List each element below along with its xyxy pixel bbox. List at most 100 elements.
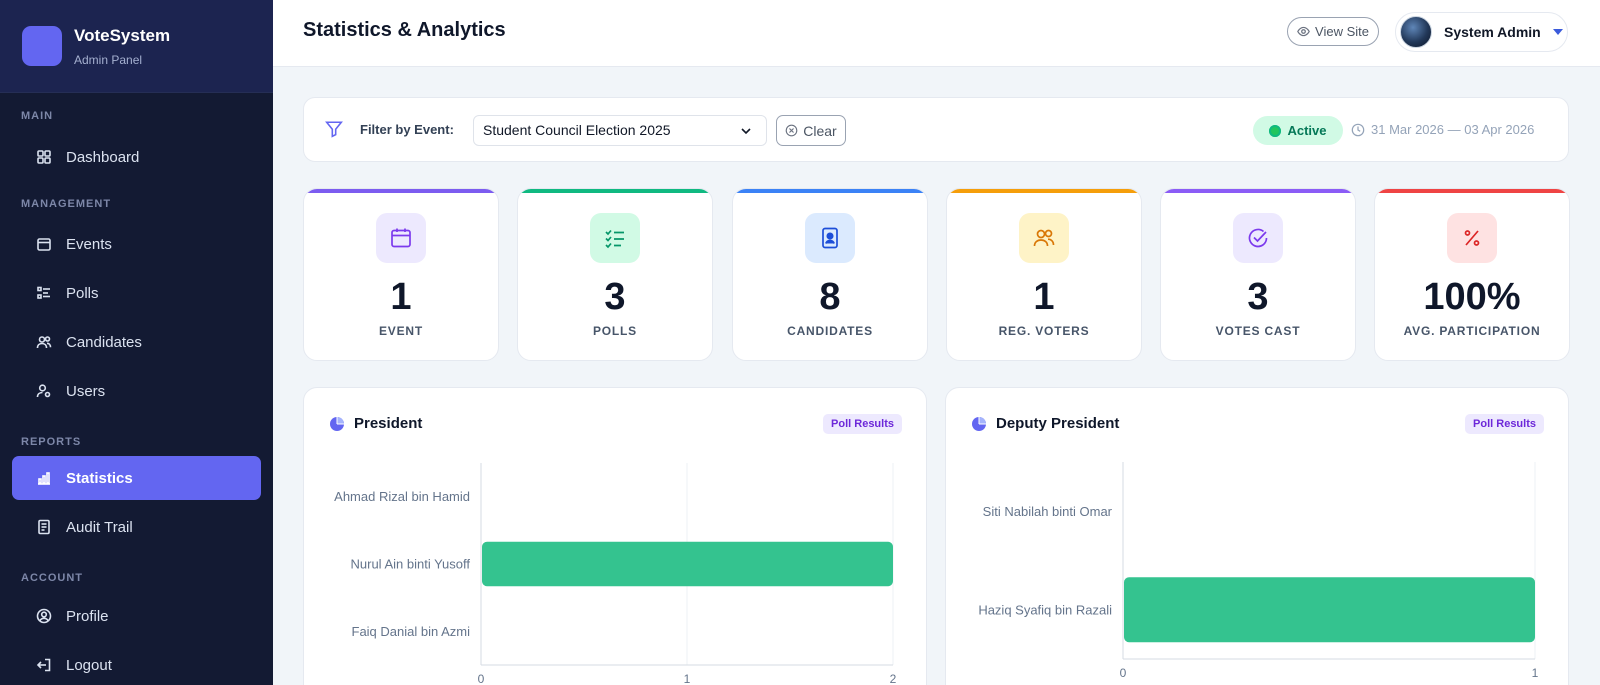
percent-icon [1447, 213, 1497, 263]
filter-label: Filter by Event: [360, 122, 454, 137]
sidebar-item-label: Logout [66, 656, 112, 674]
brand-subtitle: Admin Panel [74, 52, 143, 67]
sidebar-item-label: Statistics [66, 469, 133, 487]
person-circle-icon [36, 608, 52, 624]
stat-value: 8 [819, 276, 841, 318]
y-category-label: Ahmad Rizal bin Hamid [334, 489, 470, 504]
top-header: Statistics & Analytics View Site System … [273, 0, 1600, 67]
x-tick-label: 1 [684, 672, 691, 685]
card-accent [1161, 189, 1355, 193]
nav-section-main: MAIN [21, 110, 54, 122]
y-category-label: Nurul Ain binti Yusoff [351, 557, 471, 572]
deputy-president-bar-chart: 0 1 Siti Nabilah binti Omar Haziq Syafiq bi… [978, 462, 1539, 680]
sidebar: VoteSystem Admin Panel MAIN Dashboard MA… [0, 0, 273, 685]
users-icon [1019, 213, 1069, 263]
journal-icon [36, 519, 52, 535]
user-menu[interactable]: System Admin [1395, 12, 1568, 52]
calendar-icon [376, 213, 426, 263]
sidebar-item-label: Events [66, 235, 112, 253]
card-accent [733, 189, 927, 193]
stat-value: 3 [604, 276, 626, 318]
stat-value: 1 [1033, 276, 1055, 318]
user-cog-icon [36, 383, 52, 399]
chevron-down-icon [741, 128, 751, 135]
y-category-label: Faiq Danial bin Azmi [352, 624, 471, 639]
event-select[interactable]: Student Council Election 2025 [473, 115, 767, 146]
sidebar-item-dashboard[interactable]: Dashboard [12, 135, 261, 179]
y-category-label: Siti Nabilah binti Omar [983, 504, 1113, 519]
stat-label: VOTES CAST [1215, 324, 1301, 338]
users-icon [36, 334, 52, 350]
sidebar-item-logout[interactable]: Logout [12, 643, 261, 685]
clock-icon [1351, 123, 1365, 136]
page-title: Statistics & Analytics [303, 19, 506, 41]
sidebar-item-polls[interactable]: Polls [12, 271, 261, 315]
stat-card-votes-cast: 3 VOTES CAST [1160, 188, 1356, 361]
list-icon [36, 285, 52, 301]
sidebar-item-profile[interactable]: Profile [12, 594, 261, 638]
x-tick-label: 0 [478, 672, 485, 685]
nav-section-reports: REPORTS [21, 436, 82, 448]
user-name: System Admin [1444, 24, 1541, 40]
event-select-value: Student Council Election 2025 [483, 122, 671, 138]
caret-down-icon [1552, 29, 1563, 35]
status-dot-icon [1269, 124, 1282, 137]
sidebar-item-label: Candidates [66, 333, 142, 351]
stat-value: 1 [390, 276, 412, 318]
avatar [1400, 16, 1432, 48]
date-range-text: 31 Mar 2026 — 03 Apr 2026 [1371, 122, 1535, 137]
checklist-icon [590, 213, 640, 263]
sidebar-item-statistics[interactable]: Statistics [12, 456, 261, 500]
x-tick-label: 0 [1120, 666, 1127, 680]
brand-name: VoteSystem [74, 25, 171, 45]
bar [482, 541, 893, 587]
check-circle-icon [1233, 213, 1283, 263]
stat-card-reg-voters: 1 REG. VOTERS [946, 188, 1142, 361]
filter-icon [325, 121, 343, 138]
stat-label: AVG. PARTICIPATION [1403, 324, 1541, 338]
x-tick-label: 1 [1532, 666, 1539, 680]
brand: VoteSystem Admin Panel [0, 0, 273, 93]
stat-card-candidates: 8 CANDIDATES [732, 188, 928, 361]
card-accent [947, 189, 1141, 193]
logout-icon [36, 657, 52, 673]
stat-label: EVENT [378, 324, 423, 338]
eye-icon [1297, 26, 1310, 37]
sidebar-item-label: Dashboard [66, 148, 140, 166]
sidebar-item-audit-trail[interactable]: Audit Trail [12, 505, 261, 549]
bar-chart-icon [36, 470, 52, 486]
brand-logo [22, 26, 62, 66]
chart-card-deputy-president: Deputy President Poll Results 0 1 Siti Nab… [945, 387, 1569, 685]
card-accent [304, 189, 498, 193]
grid-icon [36, 149, 52, 165]
chart-card-president: President Poll Results 0 1 2 Ahmad Rizal bi… [303, 387, 927, 685]
stat-card-polls: 3 POLLS [517, 188, 713, 361]
stat-value: 100% [1423, 276, 1521, 318]
sidebar-item-label: Profile [66, 607, 109, 625]
stat-value: 3 [1247, 276, 1269, 318]
clear-label: Clear [803, 122, 837, 139]
date-range: 31 Mar 2026 — 03 Apr 2026 [1351, 122, 1534, 137]
badge-icon [805, 213, 855, 263]
stat-label: REG. VOTERS [998, 324, 1090, 338]
president-bar-chart: 0 1 2 Ahmad Rizal bin Hamid Nurul Ain binti … [334, 463, 897, 685]
stat-card-event: 1 EVENT [303, 188, 499, 361]
sidebar-item-label: Users [66, 382, 106, 400]
card-accent [1375, 189, 1569, 193]
bar [1124, 577, 1535, 643]
nav-section-account: ACCOUNT [21, 572, 83, 584]
sidebar-item-events[interactable]: Events [12, 222, 261, 266]
sidebar-item-candidates[interactable]: Candidates [12, 320, 261, 364]
y-category-label: Haziq Syafiq bin Razali [978, 602, 1112, 617]
stat-label: CANDIDATES [787, 324, 873, 338]
calendar-icon [36, 236, 52, 252]
sidebar-item-label: Audit Trail [66, 518, 133, 536]
view-site-button[interactable]: View Site [1287, 17, 1379, 46]
status-badge: Active [1253, 116, 1343, 145]
clear-button[interactable]: Clear [776, 115, 846, 146]
filter-bar: Filter by Event: Student Council Electio… [303, 97, 1569, 162]
sidebar-item-label: Polls [66, 284, 99, 302]
card-accent [518, 189, 712, 193]
sidebar-item-users[interactable]: Users [12, 369, 261, 413]
close-circle-icon [785, 124, 798, 137]
